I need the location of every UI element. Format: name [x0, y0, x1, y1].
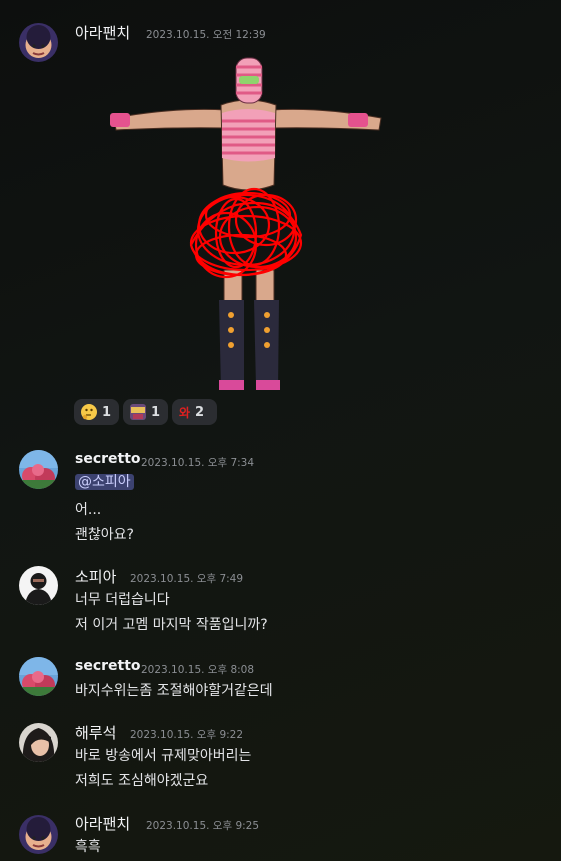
reaction-thinking[interactable]: 1	[74, 399, 119, 425]
thinking-emoji-icon	[81, 404, 97, 420]
username[interactable]: 아라팬치	[75, 813, 130, 834]
custom-sticker-emoji-icon	[130, 404, 146, 420]
message-text: 바로 방송에서 규제맞아버리는	[75, 748, 252, 764]
reaction-oh[interactable]: 와 2	[172, 399, 217, 425]
avatar[interactable]	[19, 450, 58, 489]
reaction-count: 1	[102, 404, 112, 420]
username[interactable]: 소피아	[75, 566, 116, 587]
timestamp: 2023.10.15. 오후 9:25	[146, 820, 260, 832]
avatar[interactable]	[19, 723, 58, 762]
message-text: @소피아	[75, 471, 134, 491]
timestamp: 2023.10.15. 오후 9:22	[130, 729, 244, 741]
username[interactable]: 아라팬치	[75, 22, 130, 43]
username[interactable]: secretto	[75, 658, 141, 674]
reaction-custom-sticker[interactable]: 1	[123, 399, 168, 425]
message-text: 저희도 조심해야겠군요	[75, 773, 209, 789]
timestamp: 2023.10.15. 오후 8:08	[141, 664, 255, 676]
timestamp: 2023.10.15. 오후 7:49	[130, 573, 244, 585]
message-text: 흑흑	[75, 839, 101, 855]
attached-image[interactable]	[86, 55, 411, 395]
message-text: 너무 더럽습니다	[75, 592, 170, 608]
avatar[interactable]	[19, 566, 58, 605]
reaction-count: 2	[195, 404, 205, 420]
message-text: 저 이거 고멤 마지막 작품입니까?	[75, 617, 268, 633]
timestamp: 2023.10.15. 오전 12:39	[146, 29, 266, 41]
avatar[interactable]	[19, 657, 58, 696]
oh-text-emoji-icon: 와	[179, 405, 191, 420]
avatar[interactable]	[19, 815, 58, 854]
timestamp: 2023.10.15. 오후 7:34	[141, 457, 255, 469]
user-mention[interactable]: @소피아	[75, 474, 134, 490]
message-text: 괜찮아요?	[75, 527, 134, 543]
message-text: 어...	[75, 502, 102, 518]
username[interactable]: 해루석	[75, 722, 116, 743]
avatar[interactable]	[19, 23, 58, 62]
username[interactable]: secretto	[75, 451, 141, 467]
message-text: 바지수위는좀 조절해야할거같은데	[75, 683, 273, 699]
reaction-count: 1	[151, 404, 161, 420]
